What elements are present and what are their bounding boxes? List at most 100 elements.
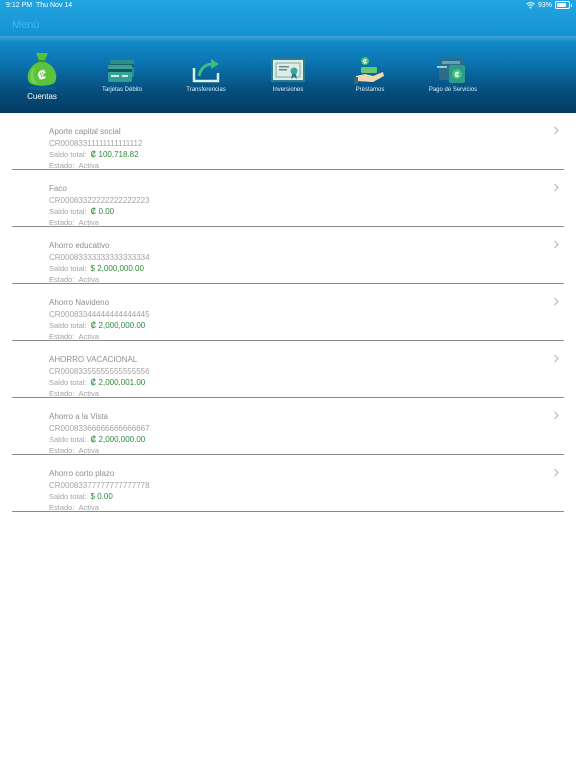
nav-item-cuentas[interactable]: ₡ Cuentas [0, 42, 84, 113]
account-row[interactable]: Ahorro Navideno CR00083344444444444445 S… [12, 284, 564, 341]
status-line: Estado: Activa [49, 503, 99, 512]
account-row[interactable]: Aporte capital social CR0008331111111111… [12, 113, 564, 170]
account-number: CR00083377777777777778 [49, 481, 150, 490]
status-line: Estado: Activa [49, 446, 99, 455]
balance-label: Saldo total: [49, 435, 87, 444]
balance-label: Saldo total: [49, 150, 87, 159]
account-status: Activa [78, 389, 99, 398]
chevron-right-icon [554, 354, 559, 363]
account-status: Activa [78, 218, 99, 227]
account-number: CR00083355555555555556 [49, 367, 150, 376]
balance-line: Saldo total: ₡ 0.00 [49, 207, 114, 216]
balance-line: Saldo total: $ 0.00 [49, 492, 113, 501]
status-time: 9:12 PM [6, 2, 33, 9]
status-date: Thu Nov 14 [36, 2, 73, 9]
chevron-right-icon [554, 411, 559, 420]
status-line: Estado: Activa [49, 275, 99, 284]
account-number: CR00083366666666666667 [49, 424, 150, 433]
account-balance: $ 0.00 [90, 492, 113, 501]
status-bar: 9:12 PM Thu Nov 14 93% [0, 0, 576, 12]
account-status: Activa [78, 161, 99, 170]
balance-line: Saldo total: $ 2,000,000.00 [49, 264, 144, 273]
certificate-icon [271, 56, 305, 89]
status-line: Estado: Activa [49, 218, 99, 227]
chevron-right-icon [554, 126, 559, 135]
account-row[interactable]: Faco CR00083322222222222223 Saldo total:… [12, 170, 564, 227]
chevron-right-icon [554, 240, 559, 249]
account-name: Ahorro Navideno [49, 298, 110, 307]
status-label: Estado: [49, 389, 75, 398]
account-number: CR00083311111111111112 [49, 139, 143, 148]
balance-label: Saldo total: [49, 264, 87, 273]
balance-line: Saldo total: ₡ 100,718.82 [49, 150, 139, 159]
chevron-right-icon [554, 297, 559, 306]
account-row[interactable]: Ahorro corto plazo CR0008337777777777777… [12, 455, 564, 512]
account-balance: ₡ 2,000,000.00 [90, 321, 146, 330]
menu-button[interactable]: Menú [12, 19, 40, 31]
chevron-right-icon [554, 468, 559, 477]
transfer-arrow-icon [191, 56, 221, 89]
svg-text:₡: ₡ [454, 72, 459, 79]
status-line: Estado: Activa [49, 389, 99, 398]
wifi-icon [526, 1, 535, 8]
nav-label-tarjetas-debito: Tarjetas Débito [101, 87, 143, 93]
battery-icon [555, 1, 572, 9]
status-label: Estado: [49, 446, 75, 455]
account-name: Faco [49, 184, 67, 193]
balance-line: Saldo total: ₡ 2,000,001.00 [49, 378, 145, 387]
status-indicators: 93% [526, 1, 572, 9]
status-label: Estado: [49, 161, 75, 170]
account-balance: ₡ 0.00 [90, 207, 115, 216]
account-balance: ₡ 2,000,000.00 [90, 435, 146, 444]
status-label: Estado: [49, 332, 75, 341]
account-status: Activa [78, 446, 99, 455]
balance-line: Saldo total: ₡ 2,000,000.00 [49, 321, 145, 330]
account-balance: $ 2,000,000.00 [90, 264, 144, 273]
nav-label-cuentas: Cuentas [27, 92, 57, 101]
nav-item-transferencias[interactable]: Transferencias [164, 42, 248, 113]
account-name: Ahorro educativo [49, 241, 110, 250]
account-name: AHORRO VACACIONAL [49, 355, 138, 364]
loan-hand-icon: ₡ [354, 56, 386, 91]
balance-line: Saldo total: ₡ 2,000,000.00 [49, 435, 145, 444]
balance-label: Saldo total: [49, 321, 87, 330]
account-row[interactable]: Ahorro educativo CR00083333333333333334 … [12, 227, 564, 284]
account-status: Activa [78, 332, 99, 341]
account-row[interactable]: AHORRO VACACIONAL CR00083355555555555556… [12, 341, 564, 398]
balance-label: Saldo total: [49, 207, 87, 216]
bill-payment-icon: ₡ [436, 56, 470, 91]
nav-item-prestamos[interactable]: ₡ Préstamos [328, 42, 412, 113]
svg-text:₡: ₡ [363, 60, 368, 66]
status-label: Estado: [49, 218, 75, 227]
nav-label-transferencias: Transferencias [186, 87, 226, 93]
status-label: Estado: [49, 275, 75, 284]
app-header: 9:12 PM Thu Nov 14 93% Menú ₡ Cuentas Ta… [0, 0, 576, 113]
nav-label-inversiones: Inversiones [272, 87, 304, 93]
account-name: Aporte capital social [49, 127, 121, 136]
money-bag-icon: ₡ [24, 50, 60, 95]
status-label: Estado: [49, 503, 75, 512]
chevron-right-icon [554, 183, 559, 192]
account-status: Activa [78, 503, 99, 512]
account-balance: ₡ 2,000,001.00 [90, 378, 146, 387]
nav-item-pago-servicios[interactable]: ₡ Pago de Servicios [411, 42, 495, 113]
account-balance: ₡ 100,718.82 [90, 150, 139, 159]
status-line: Estado: Activa [49, 161, 99, 170]
account-name: Ahorro a la Vista [49, 412, 108, 421]
account-number: CR00083333333333333334 [49, 253, 150, 262]
debit-card-icon [107, 56, 137, 89]
account-number: CR00083344444444444445 [49, 310, 150, 319]
nav-item-tarjetas-debito[interactable]: Tarjetas Débito [80, 42, 164, 113]
balance-label: Saldo total: [49, 378, 87, 387]
nav-label-pago-servicios: Pago de Servicios [428, 87, 478, 93]
account-status: Activa [78, 275, 99, 284]
account-name: Ahorro corto plazo [49, 469, 115, 478]
battery-percent: 93% [537, 1, 552, 9]
main-nav: ₡ Cuentas Tarjetas Débito Transferencias… [0, 42, 576, 113]
account-row[interactable]: Ahorro a la Vista CR00083366666666666667… [12, 398, 564, 455]
account-number: CR00083322222222222223 [49, 196, 150, 205]
nav-item-inversiones[interactable]: Inversiones [246, 42, 330, 113]
status-line: Estado: Activa [49, 332, 99, 341]
nav-label-prestamos: Préstamos [355, 87, 385, 93]
svg-text:₡: ₡ [38, 68, 47, 82]
